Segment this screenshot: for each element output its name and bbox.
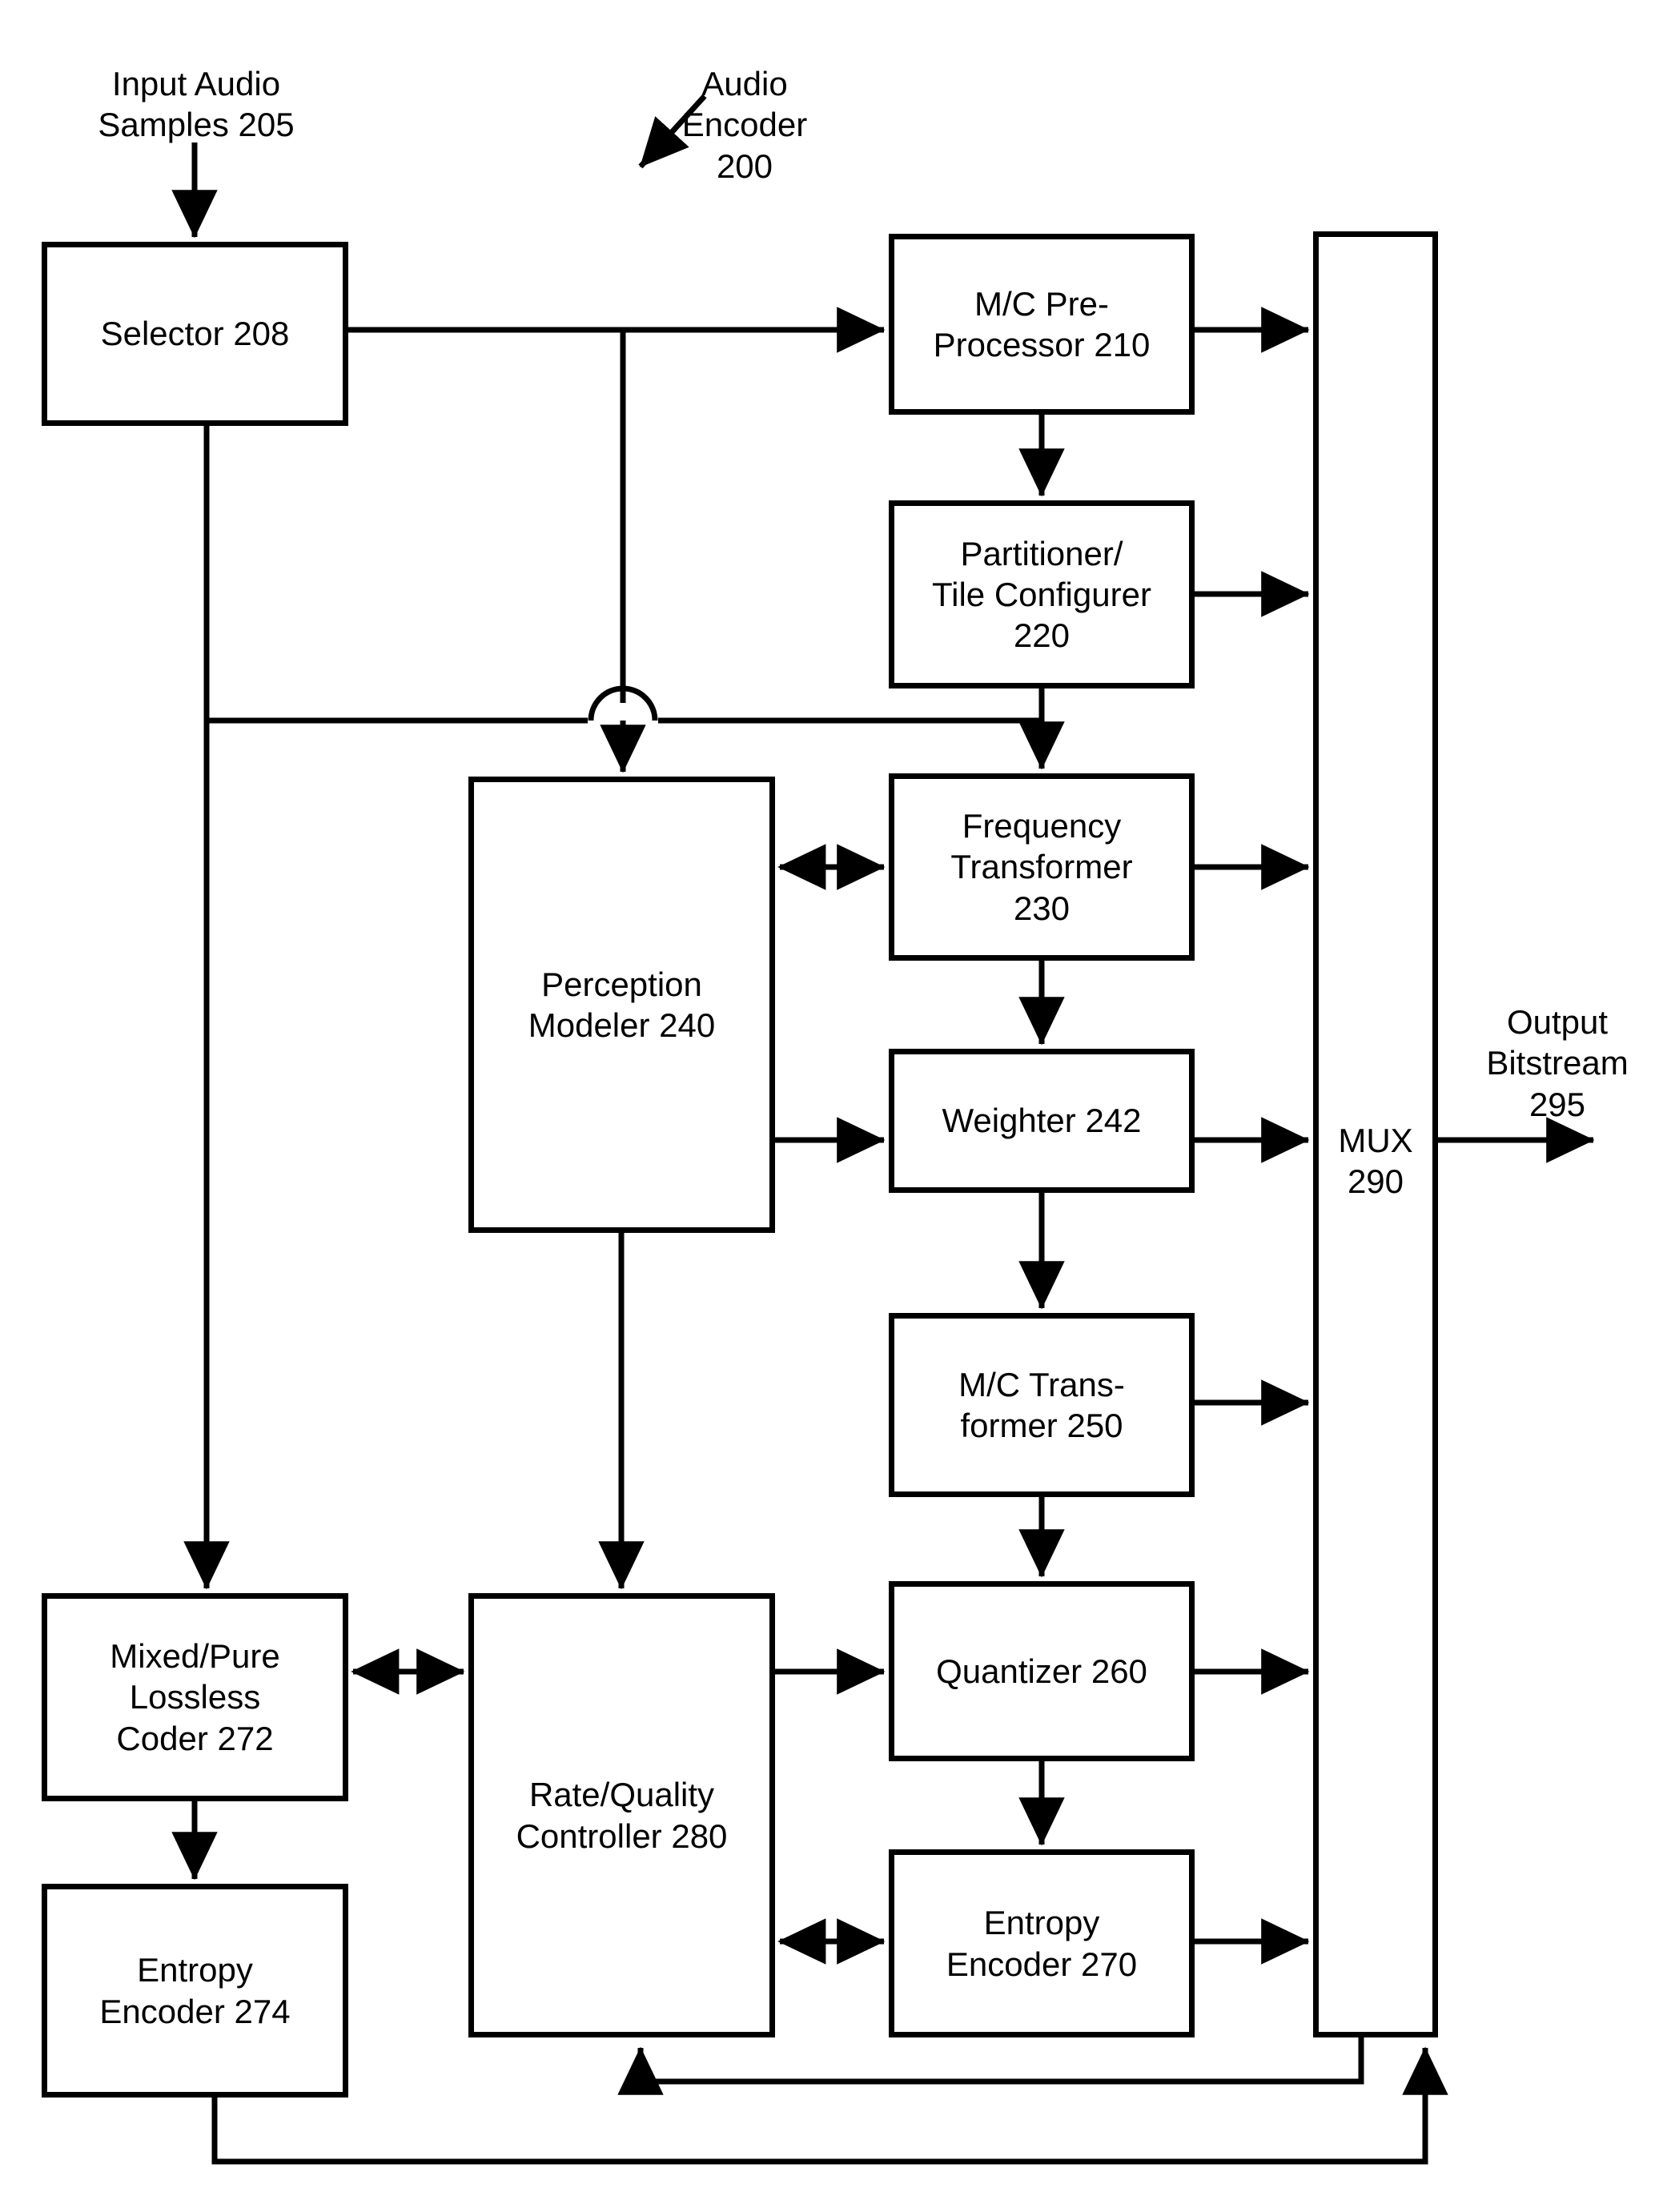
block-quantizer-260[interactable]: Quantizer 260 — [889, 1581, 1195, 1761]
block-mixed-pure-lossless-coder-272[interactable]: Mixed/Pure Lossless Coder 272 — [42, 1593, 348, 1801]
label-audio-encoder: Audio Encoder 200 — [681, 65, 808, 185]
block-selector-208[interactable]: Selector 208 — [42, 242, 348, 426]
patent-figure-audio-encoder: Input Audio Samples 205 Audio Encoder 20… — [0, 0, 1663, 2212]
label-output-bitstream: Output Bitstream 295 — [1486, 1003, 1629, 1123]
block-mc-transformer-250[interactable]: M/C Trans- former 250 — [889, 1313, 1195, 1497]
label-mux-290: MUX 290 — [1338, 1122, 1413, 1201]
feedback-mux-to-rate-controller — [617, 2037, 1364, 2095]
block-entropy-encoder-270[interactable]: Entropy Encoder 270 — [889, 1849, 1195, 2037]
block-entropy-encoder-274[interactable]: Entropy Encoder 274 — [42, 1884, 348, 2098]
block-weighter-242[interactable]: Weighter 242 — [889, 1049, 1195, 1193]
label-input-audio-samples: Input Audio Samples 205 — [98, 65, 295, 144]
block-rate-quality-controller-280[interactable]: Rate/Quality Controller 280 — [468, 1593, 775, 2037]
feedback-entropy-274-to-mux — [211, 2046, 1448, 2165]
block-frequency-transformer-230[interactable]: Frequency Transformer 230 — [889, 773, 1195, 961]
block-partitioner-tile-configurer-220[interactable]: Partitioner/ Tile Configurer 220 — [889, 500, 1195, 688]
block-mc-pre-processor-210[interactable]: M/C Pre- Processor 210 — [889, 234, 1195, 415]
block-perception-modeler-240[interactable]: Perception Modeler 240 — [468, 777, 775, 1233]
